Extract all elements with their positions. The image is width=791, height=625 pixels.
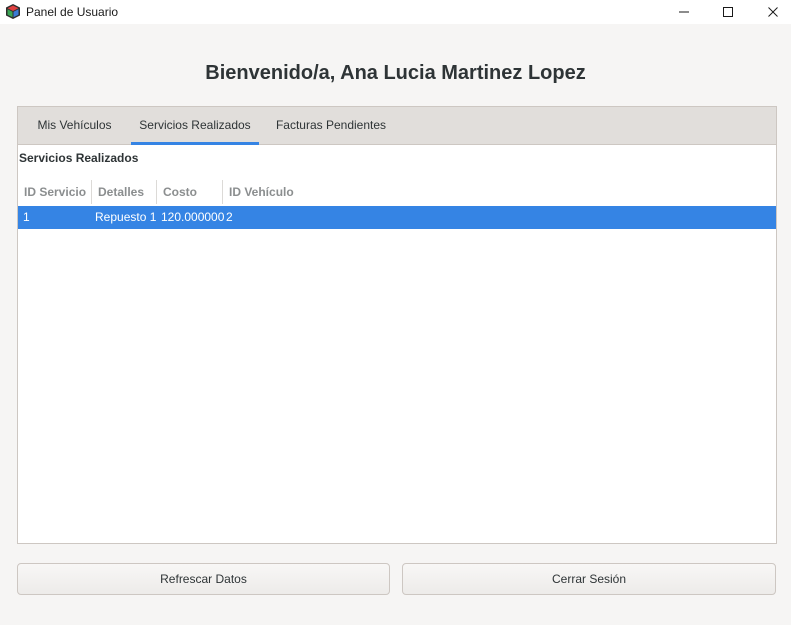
window-title: Panel de Usuario — [26, 5, 119, 19]
logout-button[interactable]: Cerrar Sesión — [402, 563, 776, 595]
column-header-costo[interactable]: Costo — [156, 180, 222, 204]
cell-detalles: Repuesto 1 — [95, 210, 157, 224]
refresh-button[interactable]: Refrescar Datos — [17, 563, 390, 595]
column-header-id-vehiculo[interactable]: ID Vehículo — [222, 180, 302, 204]
table-header: ID Servicio Detalles Costo ID Vehículo — [18, 180, 776, 204]
table-row[interactable]: 1 Repuesto 1 120.000000 2 — [18, 206, 776, 229]
app-icon — [6, 4, 20, 19]
user-panel-window: Panel de Usuario Bienvenido/a, Ana Lucia… — [0, 0, 791, 625]
title-bar: Panel de Usuario — [0, 0, 791, 24]
column-header-id-servicio[interactable]: ID Servicio — [18, 180, 91, 204]
tab-label: Mis Vehículos — [37, 118, 112, 132]
tab-mis-vehiculos[interactable]: Mis Vehículos — [18, 107, 131, 144]
cell-id-servicio: 1 — [23, 210, 30, 224]
column-header-detalles[interactable]: Detalles — [91, 180, 156, 204]
tab-panel: Mis Vehículos Servicios Realizados Factu… — [17, 106, 777, 544]
section-title: Servicios Realizados — [19, 151, 139, 165]
tab-facturas-pendientes[interactable]: Facturas Pendientes — [259, 107, 403, 144]
maximize-icon — [723, 7, 733, 17]
tab-bar: Mis Vehículos Servicios Realizados Factu… — [18, 107, 776, 145]
active-tab-indicator — [131, 142, 259, 145]
tab-servicios-realizados[interactable]: Servicios Realizados — [131, 107, 259, 145]
tab-label: Facturas Pendientes — [275, 118, 387, 132]
cell-id-vehiculo: 2 — [226, 210, 233, 224]
welcome-heading: Bienvenido/a, Ana Lucia Martinez Lopez — [205, 62, 586, 84]
close-icon — [768, 7, 778, 17]
maximize-button[interactable] — [705, 0, 751, 24]
minimize-icon — [679, 11, 689, 13]
close-button[interactable] — [750, 0, 791, 24]
minimize-button[interactable] — [661, 0, 707, 24]
tab-label: Servicios Realizados — [139, 118, 251, 132]
cell-costo: 120.000000 — [161, 210, 225, 224]
